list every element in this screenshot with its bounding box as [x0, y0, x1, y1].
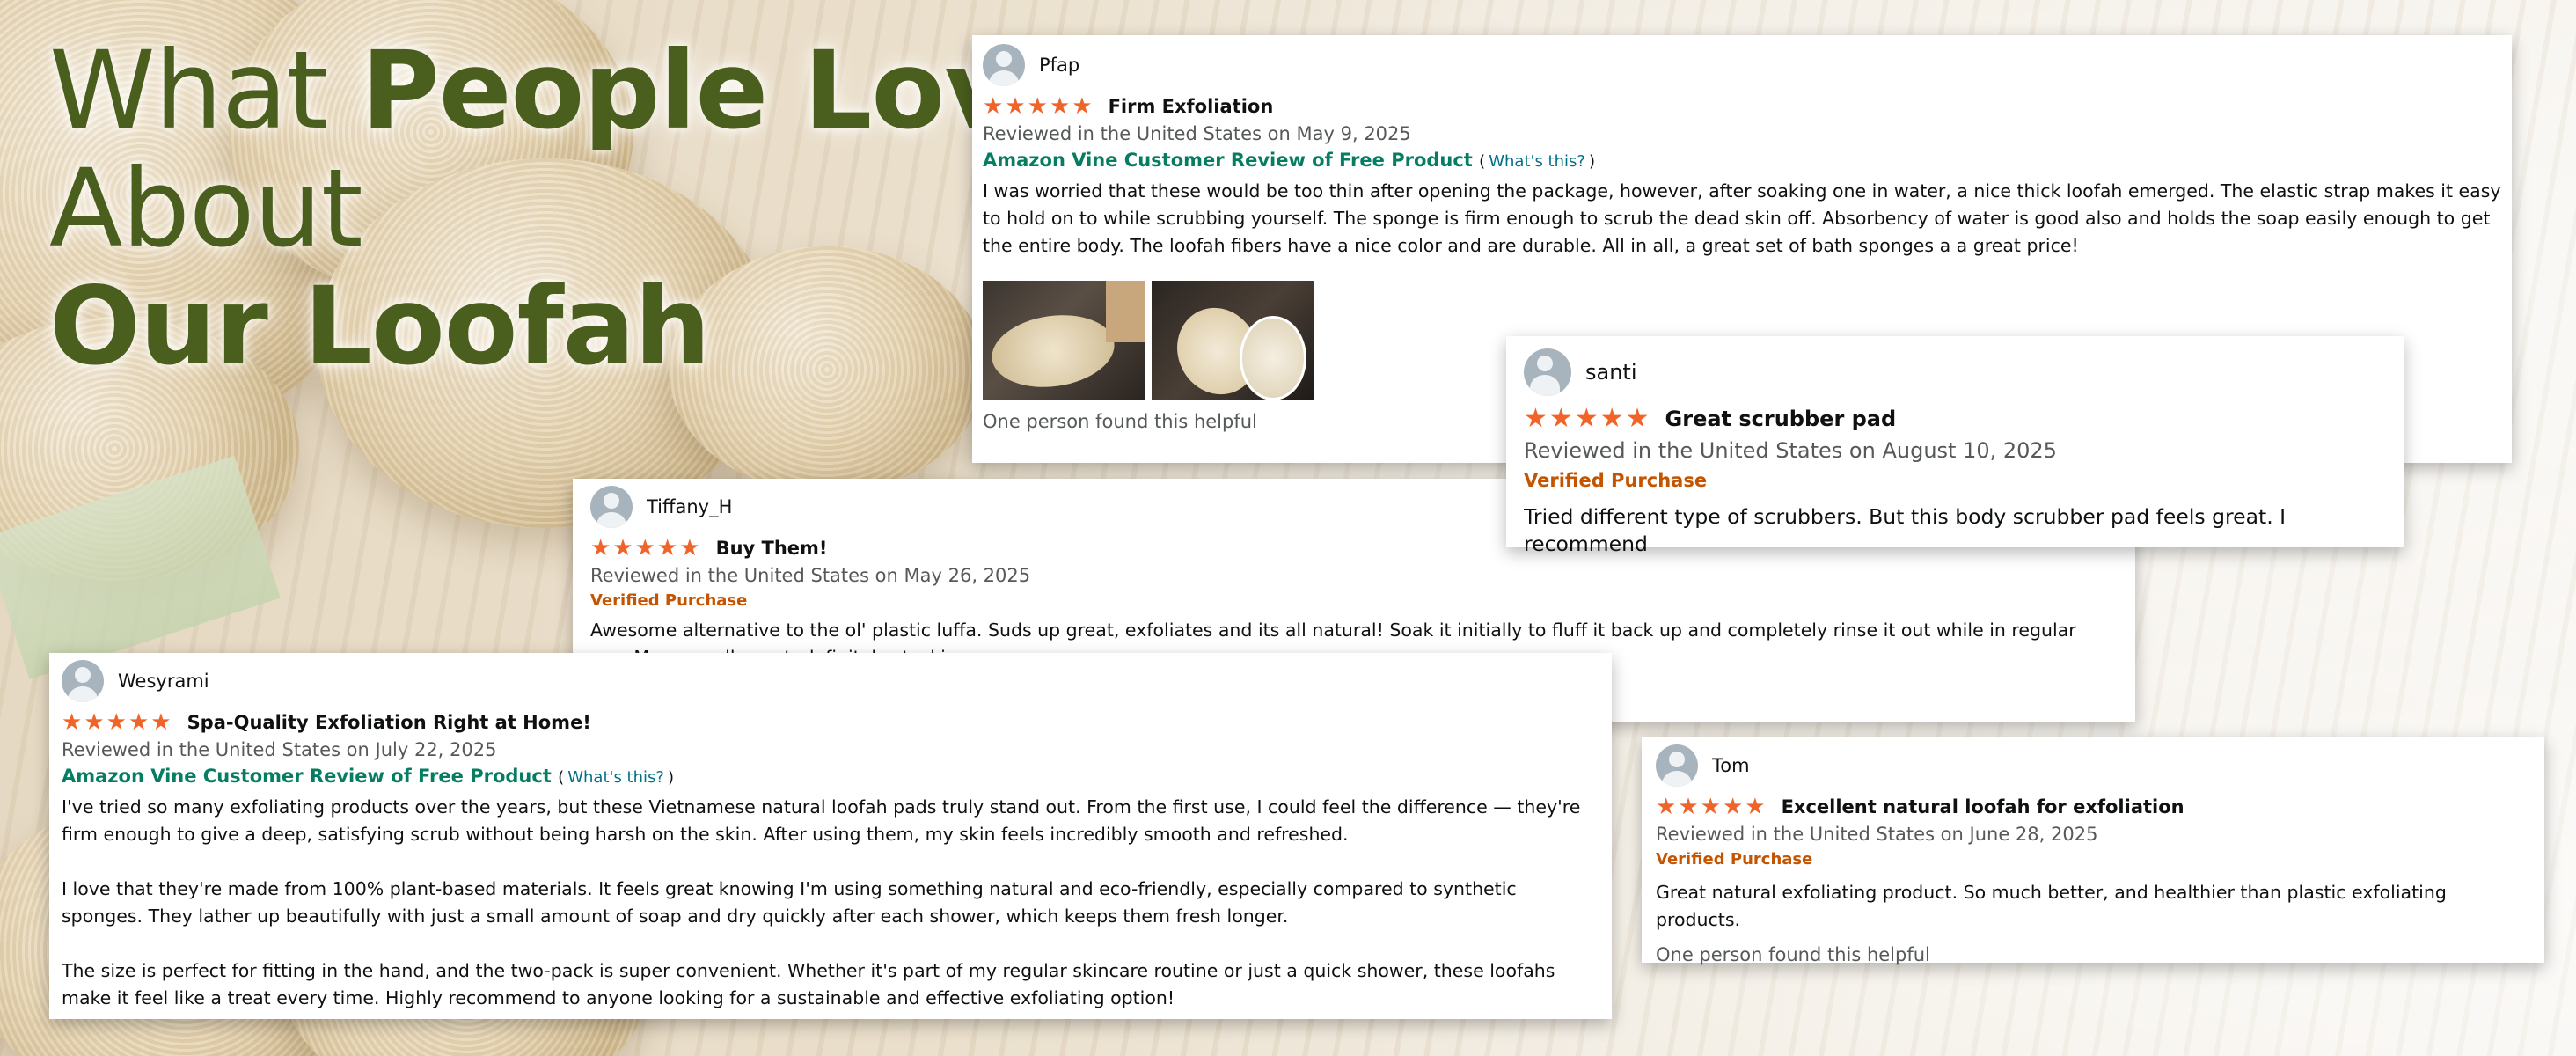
review-title[interactable]: Spa-Quality Exfoliation Right at Home! [187, 712, 591, 733]
review-image[interactable] [983, 281, 1145, 400]
review-title[interactable]: Buy Them! [716, 538, 828, 559]
star-icon: ★ [1005, 93, 1026, 120]
star-icon: ★ [612, 535, 633, 561]
star-icon: ★ [983, 93, 1004, 120]
vine-badge-label: Amazon Vine Customer Review of Free Prod… [983, 150, 1473, 171]
star-icon: ★ [656, 535, 678, 561]
star-icon: ★ [1599, 403, 1624, 434]
reviewer-name[interactable]: Tom [1712, 755, 1750, 776]
star-rating: ★ ★ ★ ★ ★ [1524, 403, 1650, 434]
verified-purchase-badge: Verified Purchase [1656, 850, 1813, 869]
review-card-tom: Tom ★ ★ ★ ★ ★ Excellent natural loofah for e… [1642, 737, 2544, 965]
star-icon: ★ [1656, 794, 1677, 820]
review-card-santi: santi ★ ★ ★ ★ ★ Great scrubber pad Reviewed … [1506, 336, 2404, 556]
review-body: I was worried that these would be too th… [983, 178, 2501, 260]
verified-purchase-badge: Verified Purchase [1524, 470, 1708, 491]
reviewer-name[interactable]: santi [1585, 360, 1637, 385]
review-paragraph: The size is perfect for fitting in the h… [62, 960, 1555, 1008]
reviewer-name[interactable]: Tiffany_H [647, 496, 732, 517]
vine-badge: Amazon Vine Customer Review of Free Prod… [983, 150, 1595, 171]
review-title[interactable]: Firm Exfoliation [1109, 96, 1274, 117]
review-date: Reviewed in the United States on August … [1524, 438, 2057, 463]
star-icon: ★ [1678, 794, 1699, 820]
headline-light: What [49, 28, 362, 153]
review-body: I've tried so many exfoliating products … [62, 794, 1599, 1012]
review-title[interactable]: Excellent natural loofah for exfoliation [1782, 796, 2184, 818]
star-icon: ★ [590, 535, 611, 561]
review-paragraph: Tried different type of scrubbers. But t… [1524, 504, 2287, 556]
review-paragraph: I've tried so many exfoliating products … [62, 796, 1581, 845]
review-card-wesyrami: Wesyrami ★ ★ ★ ★ ★ Spa-Quality Exfoliation R… [49, 653, 1612, 1019]
whats-this-link[interactable]: What's this? [567, 768, 664, 787]
reviewer-name[interactable]: Wesyrami [118, 671, 209, 692]
star-icon: ★ [62, 709, 83, 736]
star-icon: ★ [1625, 403, 1650, 434]
vine-badge-label: Amazon Vine Customer Review of Free Prod… [62, 766, 552, 787]
avatar [62, 660, 104, 702]
reviewer-name[interactable]: Pfap [1039, 55, 1079, 76]
headline: What People Love About Our Loofah [49, 32, 1087, 385]
review-paragraph: Great natural exfoliating product. So mu… [1656, 882, 2447, 930]
star-rating: ★ ★ ★ ★ ★ [62, 711, 172, 734]
star-icon: ★ [128, 709, 150, 736]
star-icon: ★ [106, 709, 127, 736]
star-icon: ★ [1072, 93, 1093, 120]
star-icon: ★ [679, 535, 700, 561]
star-rating: ★ ★ ★ ★ ★ [590, 537, 700, 560]
vine-badge: Amazon Vine Customer Review of Free Prod… [62, 766, 674, 787]
star-rating: ★ ★ ★ ★ ★ [1656, 796, 1766, 818]
star-icon: ★ [84, 709, 105, 736]
review-paragraph: I was worried that these would be too th… [983, 180, 2501, 256]
review-date: Reviewed in the United States on June 28… [1656, 824, 2098, 845]
star-icon: ★ [1700, 794, 1721, 820]
helpful-count: One person found this helpful [1656, 944, 1930, 965]
review-image[interactable] [1152, 281, 1314, 400]
review-date: Reviewed in the United States on May 9, … [983, 123, 1411, 144]
headline-line2: About [49, 146, 363, 271]
star-icon: ★ [1574, 403, 1599, 434]
review-date: Reviewed in the United States on July 22… [62, 739, 497, 760]
review-date: Reviewed in the United States on May 26,… [590, 565, 1031, 586]
star-icon: ★ [1049, 93, 1071, 120]
star-icon: ★ [1745, 794, 1766, 820]
review-paragraph: I love that they're made from 100% plant… [62, 878, 1517, 927]
avatar [983, 44, 1025, 86]
avatar [1656, 744, 1698, 787]
avatar [1524, 348, 1571, 396]
star-icon: ★ [150, 709, 172, 736]
review-body: Great natural exfoliating product. So mu… [1656, 879, 2530, 934]
headline-line3: Our Loofah [49, 264, 711, 389]
star-rating: ★ ★ ★ ★ ★ [983, 95, 1093, 118]
avatar [590, 486, 633, 528]
star-icon: ★ [1722, 794, 1744, 820]
whats-this-link[interactable]: What's this? [1489, 152, 1585, 171]
star-icon: ★ [1548, 403, 1573, 434]
review-body: Tried different type of scrubbers. But t… [1524, 503, 2386, 558]
verified-purchase-badge: Verified Purchase [590, 591, 748, 610]
star-icon: ★ [1524, 403, 1548, 434]
review-title[interactable]: Great scrubber pad [1665, 407, 1897, 431]
star-icon: ★ [1027, 93, 1048, 120]
star-icon: ★ [634, 535, 655, 561]
